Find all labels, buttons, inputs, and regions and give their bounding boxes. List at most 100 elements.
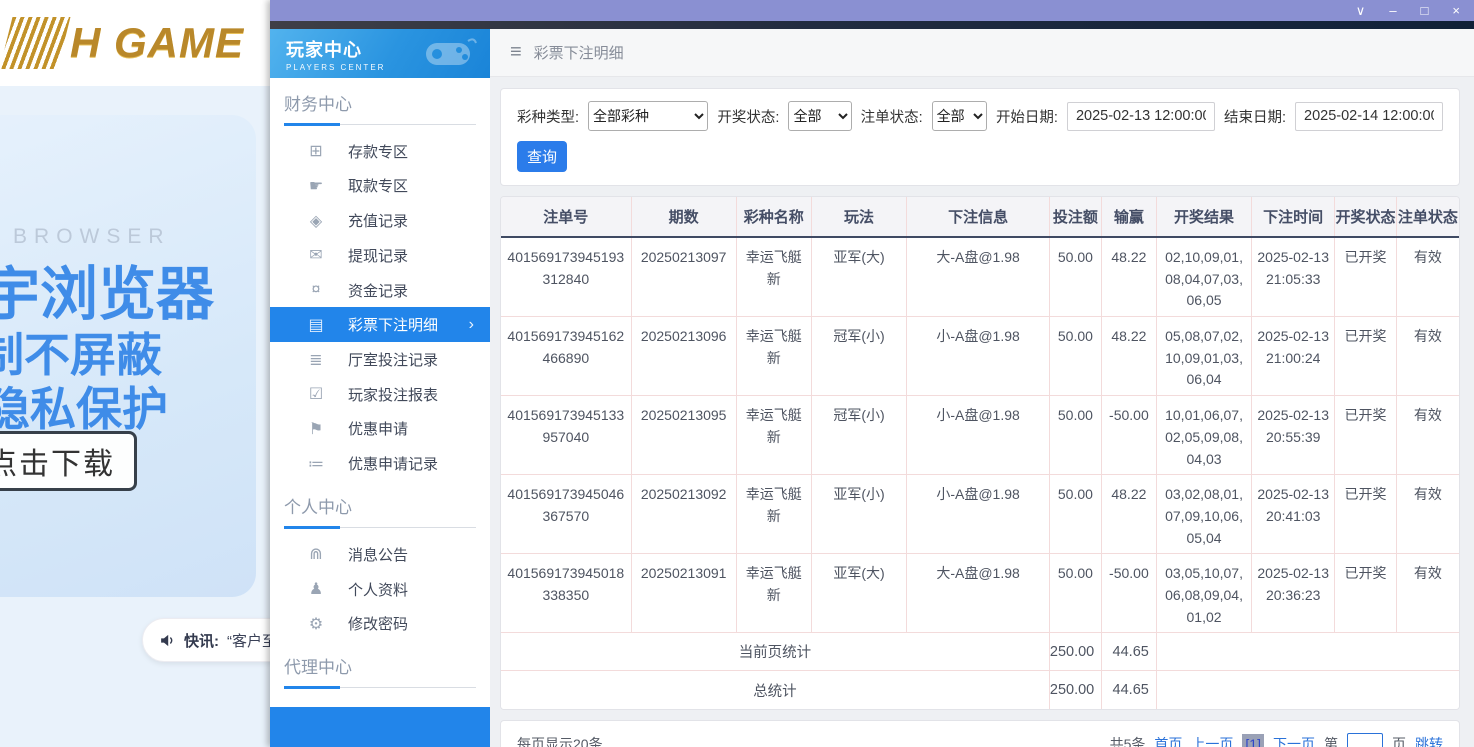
first-page-link[interactable]: 首页: [1154, 734, 1182, 747]
table-cell: 401569173945193312840: [501, 237, 631, 317]
sidebar-item-messages[interactable]: ⋒ 消息公告: [270, 537, 490, 572]
column-header: 下注信息: [907, 197, 1050, 237]
sidebar-item-profile[interactable]: ♟ 个人资料: [270, 572, 490, 607]
recharge-record-icon: ◈: [306, 211, 326, 231]
promo-apply-record-icon: ≔: [306, 454, 326, 474]
start-date-label: 开始日期:: [996, 106, 1058, 127]
window-minimize-icon[interactable]: –: [1389, 4, 1396, 17]
sidebar-item-funds-record[interactable]: ¤ 资金记录: [270, 273, 490, 308]
column-header: 下注时间: [1252, 197, 1335, 237]
page-summary-label: 当前页统计: [501, 633, 1049, 671]
next-page-link[interactable]: 下一页: [1273, 734, 1315, 747]
sidebar-item-change-password[interactable]: ⚙ 修改密码: [270, 606, 490, 641]
section-divider: [284, 123, 476, 125]
browser-ad-card: ERSE BROWSER 宇浏览器 制不屏蔽 隐私保护 点击下载: [0, 115, 256, 597]
search-button[interactable]: 查询: [517, 141, 567, 172]
sidebar-item-label: 充值记录: [348, 210, 408, 231]
column-header: 开奖结果: [1156, 197, 1251, 237]
table-cell: -50.00: [1101, 554, 1156, 633]
sidebar-item-lottery-bet-detail[interactable]: ▤ 彩票下注明细 ›: [270, 307, 490, 342]
table-cell: 48.22: [1101, 237, 1156, 317]
window-toolbar-strip: [270, 21, 1474, 29]
page-size-text: 每页显示20条: [517, 734, 603, 747]
draw-status-label: 开奖状态:: [717, 106, 779, 127]
section-title-finance: 财务中心: [270, 78, 490, 123]
background-site-header: H GAME: [0, 0, 280, 86]
download-button[interactable]: 点击下载: [0, 431, 137, 491]
column-header: 注单状态: [1396, 197, 1459, 237]
table-cell: 已开奖: [1335, 396, 1397, 475]
section-title-personal: 个人中心: [270, 481, 490, 526]
lottery-bet-detail-icon: ▤: [306, 315, 326, 335]
sidebar-item-withdrawal-record[interactable]: ✉ 提现记录: [270, 238, 490, 273]
table-cell: 03,05,10,07,06,08,09,04,01,02: [1156, 554, 1251, 633]
table-cell: 已开奖: [1335, 317, 1397, 396]
ticker-label: 快讯:: [184, 630, 219, 651]
ad-slogan-line2: 隐私保护: [0, 373, 168, 439]
sidebar-item-player-bet-report[interactable]: ☑ 玩家投注报表: [270, 377, 490, 412]
end-date-input[interactable]: [1295, 102, 1443, 131]
bet-table-card: 注单号期数彩种名称玩法下注信息投注额输赢开奖结果下注时间开奖状态注单状态 401…: [500, 196, 1460, 710]
pagination-bar: 每页显示20条 共5条 首页 上一页 [1] 下一页 第 页 跳转: [500, 720, 1460, 747]
table-cell: 10,01,06,07,02,05,09,08,04,03: [1156, 396, 1251, 475]
table-row: 40156917394513395704020250213095幸运飞艇新冠军(…: [501, 396, 1459, 475]
bet-table: 注单号期数彩种名称玩法下注信息投注额输赢开奖结果下注时间开奖状态注单状态 401…: [501, 197, 1459, 709]
screen: H GAME ERSE BROWSER 宇浏览器 制不屏蔽 隐私保护 点击下载 …: [0, 0, 1474, 747]
table-cell: 2025-02-13 20:41:03: [1252, 475, 1335, 554]
sidebar-item-deposit[interactable]: ⊞ 存款专区: [270, 134, 490, 169]
order-status-select[interactable]: 全部: [932, 101, 987, 131]
message-icon: ⋒: [306, 544, 326, 564]
table-cell: 20250213097: [631, 237, 736, 317]
sidebar-item-label: 提现记录: [348, 245, 408, 266]
window-titlebar: ∨ – □ ×: [270, 0, 1474, 21]
deposit-icon: ⊞: [306, 141, 326, 161]
table-cell: 401569173945046367570: [501, 475, 631, 554]
page-summary-empty: [1156, 633, 1459, 671]
sidebar-item-label: 资金记录: [348, 280, 408, 301]
jump-button[interactable]: 跳转: [1415, 734, 1443, 747]
table-cell: 401569173945133957040: [501, 396, 631, 475]
table-row: 40156917394516246689020250213096幸运飞艇新冠军(…: [501, 317, 1459, 396]
sidebar-item-promo-apply-record[interactable]: ≔ 优惠申请记录: [270, 446, 490, 481]
window-chevron-down-icon[interactable]: ∨: [1356, 4, 1366, 17]
table-row: 40156917394519331284020250213097幸运飞艇新亚军(…: [501, 237, 1459, 317]
table-cell: 401569173945162466890: [501, 317, 631, 396]
section-title-agent: 代理中心: [270, 641, 490, 686]
sidebar-item-recharge-record[interactable]: ◈ 充值记录: [270, 203, 490, 238]
table-cell: 05,08,07,02,10,09,01,03,06,04: [1156, 317, 1251, 396]
logo-stripes-icon: [0, 17, 70, 69]
page-summary-winloss: 44.65: [1101, 633, 1156, 671]
table-header-row: 注单号期数彩种名称玩法下注信息投注额输赢开奖结果下注时间开奖状态注单状态: [501, 197, 1459, 237]
hamburger-icon[interactable]: ≡: [510, 41, 522, 64]
lottery-type-select[interactable]: 全部彩种: [588, 101, 708, 131]
current-page-indicator[interactable]: [1]: [1242, 734, 1264, 747]
table-cell: 有效: [1396, 237, 1459, 317]
withdrawal-record-icon: ✉: [306, 245, 326, 265]
sidebar-item-hall-bet-record[interactable]: ≣ 厅室投注记录: [270, 342, 490, 377]
table-cell: 有效: [1396, 554, 1459, 633]
window-maximize-icon[interactable]: □: [1421, 4, 1429, 17]
table-cell: 幸运飞艇新: [736, 317, 811, 396]
prev-page-link[interactable]: 上一页: [1191, 734, 1233, 747]
promo-apply-icon: ⚑: [306, 419, 326, 439]
table-cell: 大-A盘@1.98: [907, 237, 1050, 317]
sidebar-item-promo-apply[interactable]: ⚑ 优惠申请: [270, 412, 490, 447]
table-cell: 亚军(大): [811, 554, 906, 633]
table-cell: 48.22: [1101, 475, 1156, 554]
start-date-input[interactable]: [1067, 102, 1215, 131]
table-cell: 20250213096: [631, 317, 736, 396]
background-page: H GAME ERSE BROWSER 宇浏览器 制不屏蔽 隐私保护 点击下载 …: [0, 0, 280, 747]
window-close-icon[interactable]: ×: [1452, 4, 1460, 17]
page-jump-input[interactable]: [1347, 733, 1383, 747]
section-divider: [284, 686, 476, 688]
draw-status-select[interactable]: 全部: [788, 101, 851, 131]
sidebar-item-withdraw[interactable]: ☛ 取款专区: [270, 169, 490, 204]
section-divider: [284, 526, 476, 528]
table-row: 40156917394504636757020250213092幸运飞艇新亚军(…: [501, 475, 1459, 554]
summary-body: 当前页统计 250.00 44.65 总统计 250.00 44.65: [501, 633, 1459, 709]
table-row: 40156917394501833835020250213091幸运飞艇新亚军(…: [501, 554, 1459, 633]
sidebar-item-label: 存款专区: [348, 141, 408, 162]
sidebar-item-cutoff[interactable]: [270, 707, 490, 747]
column-header: 投注额: [1049, 197, 1101, 237]
withdraw-icon: ☛: [306, 176, 326, 196]
